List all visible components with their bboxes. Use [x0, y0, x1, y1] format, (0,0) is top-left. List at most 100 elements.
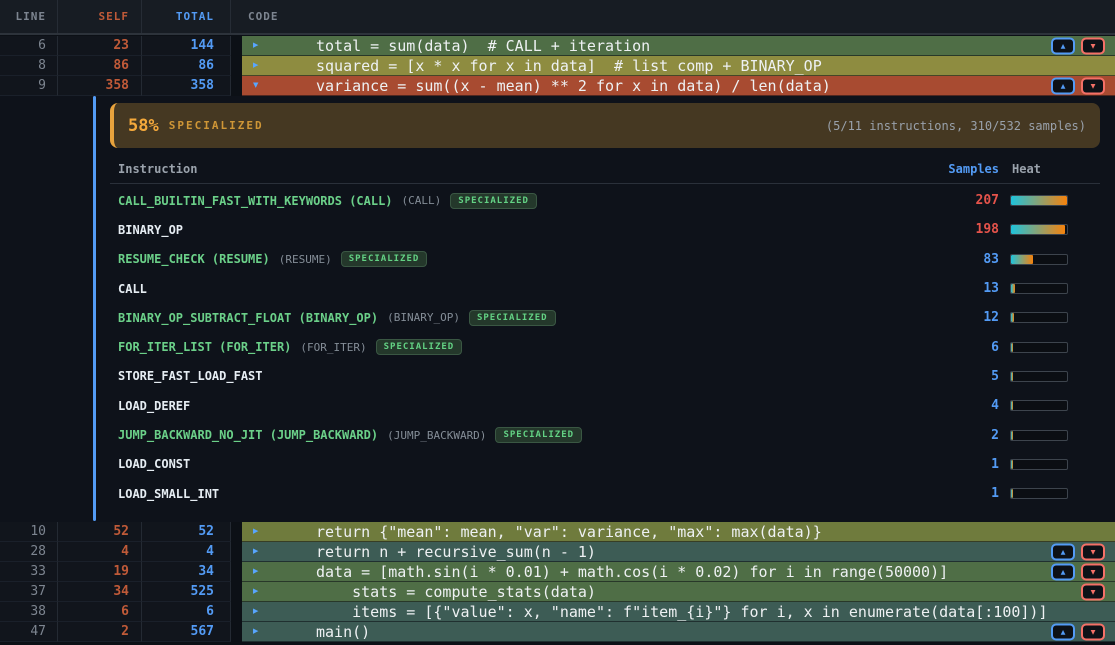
instruction-opcode-label: BINARY_OP — [118, 223, 183, 237]
code-row-bar[interactable]: ▶ main() ▲▼ — [242, 622, 1115, 642]
expand-toggle-icon[interactable]: ▶ — [253, 528, 258, 537]
code-row-bar[interactable]: ▶ data = [math.sin(i * 0.01) + math.cos(… — [242, 562, 1115, 582]
heat-bar-fill — [1011, 489, 1013, 498]
row-actions: ▲▼ — [1051, 544, 1105, 561]
table-header: LINE SELF TOTAL CODE — [0, 0, 1115, 35]
column-header-code[interactable]: CODE — [231, 0, 1115, 33]
move-up-button[interactable]: ▲ — [1051, 38, 1075, 55]
self-samples-cell: 358 — [58, 76, 142, 96]
instruction-opcode-label: BINARY_OP_SUBTRACT_FLOAT (BINARY_OP) — [118, 311, 378, 325]
instruction-opcode-label: LOAD_SMALL_INT — [118, 487, 219, 501]
heat-bar-fill — [1011, 196, 1067, 205]
self-samples-cell: 6 — [58, 602, 142, 622]
heat-bar-fill — [1011, 284, 1015, 293]
heat-bar — [1010, 400, 1068, 411]
column-header-samples[interactable]: Samples — [929, 162, 999, 176]
expand-toggle-icon[interactable]: ▶ — [253, 608, 258, 617]
move-down-button[interactable]: ▼ — [1081, 38, 1105, 55]
column-header-total[interactable]: TOTAL — [142, 0, 231, 33]
line-number-cell: 8 — [0, 56, 58, 76]
line-number-cell: 10 — [0, 522, 58, 542]
expand-toggle-icon[interactable]: ▼ — [253, 82, 258, 91]
move-up-button[interactable]: ▲ — [1051, 78, 1075, 95]
column-gap — [231, 56, 242, 76]
code-row-bar[interactable]: ▼ variance = sum((x - mean) ** 2 for x i… — [242, 76, 1115, 96]
code-row-bar[interactable]: ▶ return n + recursive_sum(n - 1) ▲▼ — [242, 542, 1115, 562]
heat-bar — [1010, 224, 1068, 235]
heat-bar-fill — [1011, 313, 1014, 322]
code-row-bar[interactable]: ▶ items = [{"value": x, "name": f"item_{… — [242, 602, 1115, 622]
expand-toggle-icon[interactable]: ▶ — [253, 548, 258, 557]
instruction-row: RESUME_CHECK (RESUME) (RESUME) SPECIALIZ… — [110, 245, 1100, 274]
line-number-cell: 9 — [0, 76, 58, 96]
code-row-bar[interactable]: ▶ return {"mean": mean, "var": variance,… — [242, 522, 1115, 542]
specialized-badge: SPECIALIZED — [469, 310, 556, 326]
line-number-cell: 6 — [0, 36, 58, 56]
move-up-button[interactable]: ▲ — [1051, 564, 1075, 581]
instruction-name: BINARY_OP_SUBTRACT_FLOAT (BINARY_OP) (BI… — [118, 310, 929, 326]
code-line-row: 47 2 567 ▶ main() ▲▼ — [0, 622, 1115, 642]
move-down-button[interactable]: ▼ — [1081, 78, 1105, 95]
move-down-button[interactable]: ▼ — [1081, 584, 1105, 601]
row-actions: ▲▼ — [1051, 564, 1105, 581]
column-gap — [231, 542, 242, 562]
instruction-base-opcode: (JUMP_BACKWARD) — [387, 429, 486, 442]
heat-bar-fill — [1011, 255, 1033, 264]
self-samples-cell: 4 — [58, 542, 142, 562]
line-number-cell: 33 — [0, 562, 58, 582]
column-header-self[interactable]: SELF — [58, 0, 142, 33]
instruction-table-header: Instruction Samples Heat — [110, 154, 1100, 184]
specialized-badge: SPECIALIZED — [495, 427, 582, 443]
source-code-text: return {"mean": mean, "var": variance, "… — [242, 523, 822, 541]
heat-bar-fill — [1011, 431, 1013, 440]
instruction-samples-count: 5 — [929, 369, 999, 384]
code-row-bar[interactable]: ▶ total = sum(data) # CALL + iteration ▲… — [242, 36, 1115, 56]
expand-toggle-icon[interactable]: ▶ — [253, 62, 258, 71]
code-row-bar[interactable]: ▶ squared = [x * x for x in data] # list… — [242, 56, 1115, 76]
heat-bar — [1010, 195, 1068, 206]
instruction-detail-panel: 58% SPECIALIZED (5/11 instructions, 310/… — [0, 96, 1115, 522]
source-code-text: items = [{"value": x, "name": f"item_{i}… — [242, 603, 1048, 621]
row-actions: ▲▼ — [1051, 38, 1105, 55]
instruction-row: LOAD_SMALL_INT 1 — [110, 479, 1100, 508]
specialized-label: SPECIALIZED — [169, 119, 264, 132]
move-down-button[interactable]: ▼ — [1081, 544, 1105, 561]
expand-toggle-icon[interactable]: ▶ — [253, 628, 258, 637]
instruction-base-opcode: (BINARY_OP) — [387, 311, 460, 324]
code-line-row: 9 358 358 ▼ variance = sum((x - mean) **… — [0, 76, 1115, 96]
instruction-name: LOAD_CONST — [118, 457, 929, 471]
expand-toggle-icon[interactable]: ▶ — [253, 588, 258, 597]
instruction-opcode-label: RESUME_CHECK (RESUME) — [118, 252, 270, 266]
column-header-instruction[interactable]: Instruction — [118, 162, 929, 176]
expand-toggle-icon[interactable]: ▶ — [253, 42, 258, 51]
row-actions: ▼ — [1081, 584, 1105, 601]
heat-bar — [1010, 342, 1068, 353]
move-up-button[interactable]: ▲ — [1051, 544, 1075, 561]
instruction-samples-count: 6 — [929, 340, 999, 355]
heat-bar-fill — [1011, 460, 1013, 469]
column-header-line[interactable]: LINE — [0, 0, 58, 33]
code-row-bar[interactable]: ▶ stats = compute_stats(data) ▼ — [242, 582, 1115, 602]
source-code-text: stats = compute_stats(data) — [242, 583, 596, 601]
total-samples-cell: 567 — [142, 622, 231, 642]
specialized-badge: SPECIALIZED — [450, 193, 537, 209]
column-gap — [231, 522, 242, 542]
move-up-button[interactable]: ▲ — [1051, 624, 1075, 641]
instruction-name: LOAD_DEREF — [118, 399, 929, 413]
column-header-heat[interactable]: Heat — [1010, 162, 1068, 176]
column-gap — [231, 582, 242, 602]
source-code-text: squared = [x * x for x in data] # list c… — [242, 57, 822, 75]
move-down-button[interactable]: ▼ — [1081, 624, 1105, 641]
profiler-app: LINE SELF TOTAL CODE 6 23 144 ▶ total = … — [0, 0, 1115, 645]
instruction-samples-count: 207 — [929, 193, 999, 208]
source-code-text: variance = sum((x - mean) ** 2 for x in … — [242, 77, 831, 95]
specialized-badge: SPECIALIZED — [341, 251, 428, 267]
code-line-row: 8 86 86 ▶ squared = [x * x for x in data… — [0, 56, 1115, 76]
total-samples-cell: 358 — [142, 76, 231, 96]
expand-toggle-icon[interactable]: ▶ — [253, 568, 258, 577]
column-gap — [231, 602, 242, 622]
instruction-samples-count: 12 — [929, 310, 999, 325]
instruction-opcode-label: STORE_FAST_LOAD_FAST — [118, 369, 263, 383]
move-down-button[interactable]: ▼ — [1081, 564, 1105, 581]
self-samples-cell: 86 — [58, 56, 142, 76]
